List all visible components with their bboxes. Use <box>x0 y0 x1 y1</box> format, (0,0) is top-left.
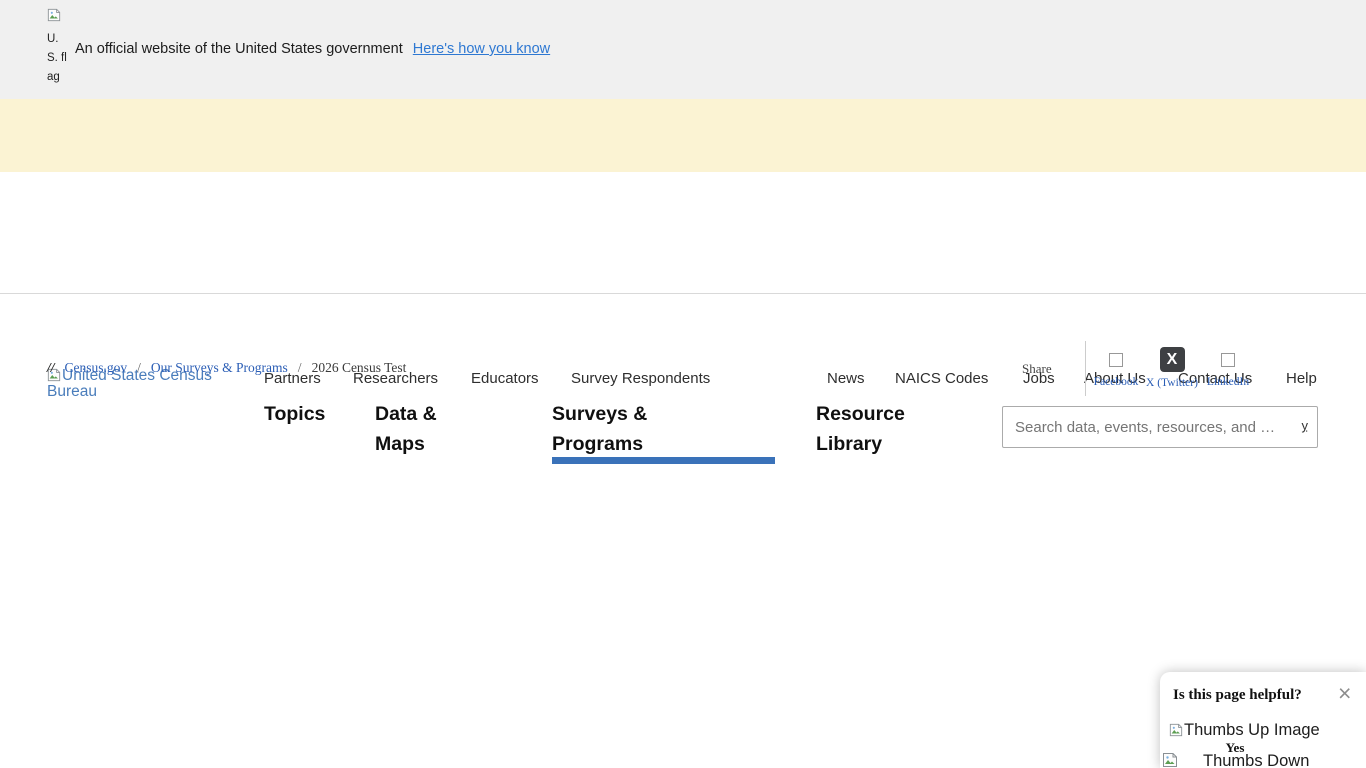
share-buttons: Facebook X X (Twitter) LinkedIn <box>1088 346 1256 389</box>
facebook-broken-icon <box>1109 353 1123 367</box>
broken-image-icon <box>1162 752 1178 768</box>
census-gov-page: U.S. flag An official website of the Uni… <box>0 0 1366 768</box>
thumbs-up-button[interactable]: Thumbs Up Image <box>1169 721 1320 740</box>
nav-survey-respondents[interactable]: Survey Respondents <box>571 370 710 387</box>
share-facebook-button[interactable]: Facebook <box>1088 346 1144 389</box>
search-input[interactable] <box>1002 406 1318 448</box>
gov-banner: U.S. flag An official website of the Uni… <box>0 0 1366 99</box>
flag-alt-text: U.S. flag <box>47 30 67 87</box>
nav-educators[interactable]: Educators <box>471 370 539 387</box>
facebook-label: Facebook <box>1094 376 1139 388</box>
tab-surveys-programs[interactable]: Surveys & Programs <box>552 399 677 459</box>
thumbs-down-button[interactable]: Thumbs Down <box>1162 752 1309 768</box>
breadcrumb-census-gov[interactable]: Census.gov <box>65 360 128 375</box>
broken-image-icon <box>47 8 61 22</box>
breadcrumb: // Census.gov / Our Surveys & Programs / 2026… <box>47 360 406 376</box>
official-website-text: An official website of the United States… <box>75 41 550 57</box>
site-header: United States Census Bureau Partners Res… <box>0 172 1366 294</box>
weather-alert-banner: Weather Alert Major winter storm to brin… <box>0 99 1366 172</box>
share-linkedin-button[interactable]: LinkedIn <box>1200 346 1256 389</box>
us-flag-broken-image: U.S. flag <box>47 8 67 87</box>
linkedin-broken-icon <box>1221 353 1235 367</box>
nav-naics-codes[interactable]: NAICS Codes <box>895 370 988 387</box>
breadcrumb-prefix: // <box>47 360 55 375</box>
tab-resource-library[interactable]: Resource Library <box>816 399 928 459</box>
tab-data-and-maps[interactable]: Data & Maps <box>375 399 455 459</box>
x-twitter-label: X (Twitter) <box>1146 377 1198 389</box>
linkedin-label: LinkedIn <box>1207 376 1249 388</box>
active-tab-indicator <box>552 457 775 464</box>
breadcrumb-separator: / <box>137 360 141 375</box>
breadcrumb-current: 2026 Census Test <box>312 360 407 375</box>
nav-news[interactable]: News <box>827 370 865 387</box>
feedback-title: Is this page helpful? <box>1173 687 1302 704</box>
tab-topics[interactable]: Topics <box>264 399 326 429</box>
x-twitter-icon: X <box>1160 347 1185 372</box>
heres-how-you-know-link[interactable]: Here's how you know <box>413 41 550 57</box>
share-x-twitter-button[interactable]: X X (Twitter) <box>1144 346 1200 389</box>
broken-image-icon <box>1169 723 1183 737</box>
breadcrumb-separator: / <box>298 360 302 375</box>
search-icon[interactable]: ỵ <box>1302 418 1309 433</box>
search-box: ỵ <box>1002 406 1318 448</box>
thumbs-up-alt-text: Thumbs Up Image <box>1184 721 1320 739</box>
share-label: Share <box>1022 361 1052 377</box>
feedback-close-icon[interactable]: × <box>1338 680 1351 707</box>
page-helpful-widget: Is this page helpful? × Thumbs Up Image … <box>1160 672 1366 768</box>
nav-help[interactable]: Help <box>1286 370 1317 387</box>
share-divider <box>1085 341 1086 396</box>
breadcrumb-our-surveys-programs[interactable]: Our Surveys & Programs <box>151 360 288 375</box>
thumbs-down-alt-text: Thumbs Down <box>1203 752 1309 768</box>
